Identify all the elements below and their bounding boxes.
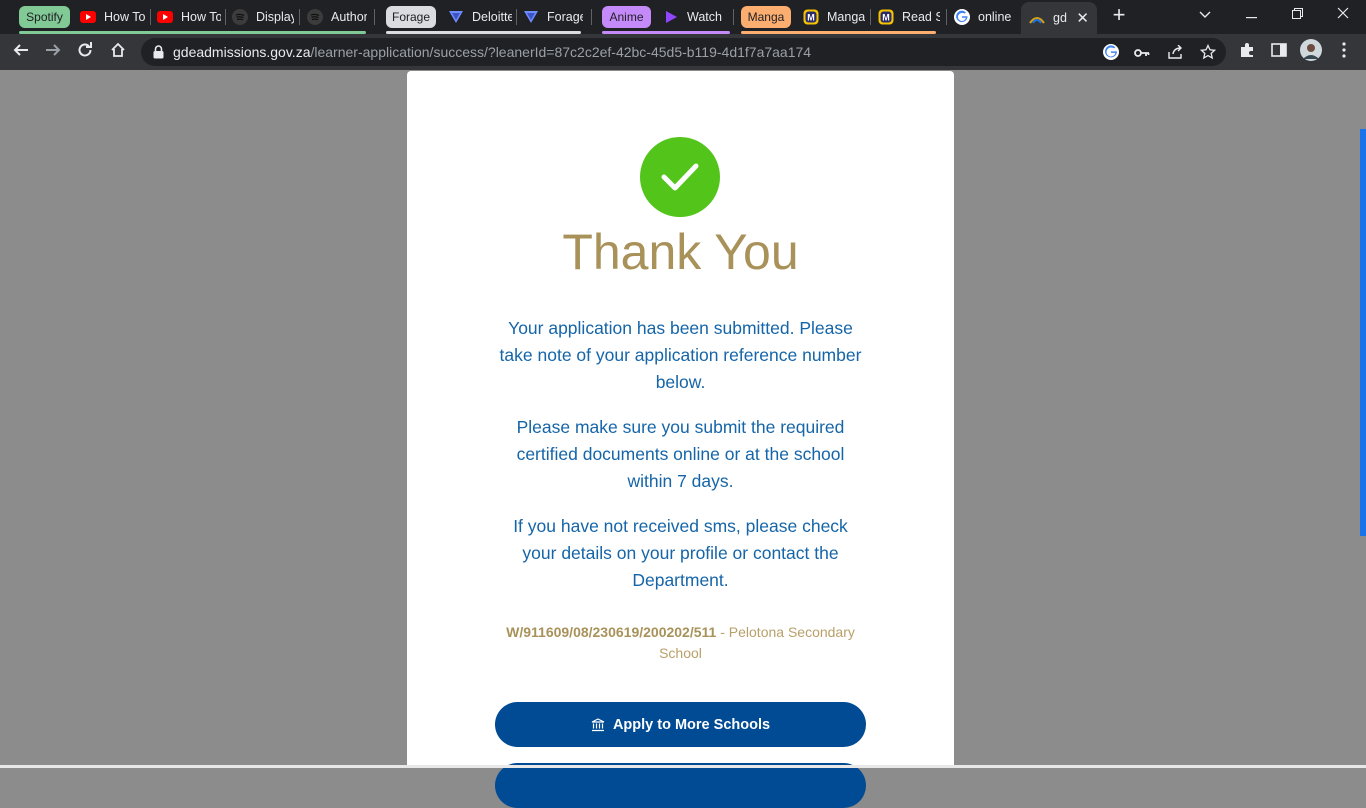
svg-text:M: M [882, 13, 890, 23]
reload-icon [77, 41, 93, 63]
tab-title: Author [331, 10, 367, 24]
tab-separator [591, 9, 592, 25]
tab-how-to-2[interactable]: How To [157, 0, 221, 34]
chevron-down-icon [1199, 6, 1211, 24]
gde-icon [1029, 10, 1045, 26]
success-card: Thank You Your application has been subm… [407, 71, 954, 808]
spotify-icon [232, 9, 248, 25]
reload-button[interactable] [71, 38, 99, 66]
tab-group-anime[interactable]: Anime [602, 6, 651, 28]
google-lens-icon[interactable] [1103, 44, 1119, 65]
tab-title: How To [181, 10, 221, 24]
tab-separator [225, 9, 226, 25]
url-text[interactable]: gdeadmissions.gov.za/learner-application… [173, 38, 811, 66]
tab-search-button[interactable] [1182, 0, 1228, 30]
profile-button[interactable] [1297, 38, 1325, 66]
reference-number: W/911609/08/230619/200202/511 [506, 624, 717, 640]
minimize-icon [1245, 6, 1257, 24]
tab-group-spotify[interactable]: Spotify [19, 6, 70, 28]
tab-title: Read S [902, 10, 940, 24]
tab-group-manga[interactable]: Manga [741, 6, 791, 28]
url-path: /learner-application/success/?leanerId=8… [310, 44, 812, 60]
tab-read-s[interactable]: M Read S [878, 0, 940, 34]
menu-button[interactable] [1330, 38, 1358, 66]
youtube-icon [80, 9, 96, 25]
page-viewport: Thank You Your application has been subm… [0, 70, 1366, 808]
arrow-left-icon [13, 42, 29, 63]
tab-separator [374, 9, 375, 25]
lock-icon[interactable] [153, 45, 164, 64]
tab-forage[interactable]: Forage [523, 0, 583, 34]
star-icon[interactable] [1199, 43, 1217, 65]
avatar [1300, 38, 1322, 66]
tab-title: Forage [547, 10, 583, 24]
url-domain: gdeadmissions.gov.za [173, 44, 311, 60]
tab-separator [870, 9, 871, 25]
secondary-action-button[interactable] [495, 763, 866, 808]
apply-button-label: Apply to More Schools [612, 716, 771, 733]
tab-title: online [978, 10, 1012, 24]
extensions-button[interactable] [1233, 38, 1261, 66]
side-panel-button[interactable] [1265, 38, 1293, 66]
tab-separator [733, 9, 734, 25]
forage-icon [448, 9, 464, 25]
forage-icon [523, 9, 539, 25]
key-icon[interactable] [1134, 46, 1150, 64]
play-icon [663, 9, 679, 25]
scrollbar-thumb[interactable] [1360, 129, 1366, 536]
minimize-button[interactable] [1228, 0, 1274, 30]
tab-deloitte[interactable]: Deloitte [448, 0, 512, 34]
svg-text:M: M [807, 13, 815, 23]
restore-button[interactable] [1274, 0, 1320, 30]
puzzle-icon [1239, 42, 1255, 63]
manga-icon: M [803, 9, 819, 25]
tab-strip: Spotify How To How To Display Author For… [0, 0, 1366, 34]
tab-group-forage[interactable]: Forage [386, 6, 436, 28]
tab-title: Deloitte [472, 10, 512, 24]
tab-manga[interactable]: M Manga [803, 0, 865, 34]
tab-online[interactable]: online [954, 0, 1016, 34]
reference-separator: - [716, 624, 729, 640]
tab-separator [946, 9, 947, 25]
home-icon [110, 42, 126, 63]
address-bar[interactable]: gdeadmissions.gov.za/learner-application… [141, 38, 1226, 66]
tab-display[interactable]: Display [232, 0, 294, 34]
side-panel-icon [1271, 42, 1287, 62]
submission-message: Your application has been submitted. Ple… [499, 318, 862, 392]
tab-title: How To [104, 10, 146, 24]
forward-button[interactable] [39, 38, 67, 66]
google-icon [954, 9, 970, 25]
close-tab-icon[interactable]: ✕ [1076, 9, 1089, 27]
institution-icon [591, 717, 605, 732]
tab-separator [150, 9, 151, 25]
restore-icon [1291, 6, 1303, 24]
tab-separator [299, 9, 300, 25]
documents-message: Please make sure you submit the required… [516, 417, 845, 491]
tab-separator [516, 9, 517, 25]
spotify-icon [307, 9, 323, 25]
new-tab-button[interactable]: + [1096, 0, 1142, 30]
tab-author[interactable]: Author [307, 0, 367, 34]
page-title: Thank You [562, 224, 799, 280]
success-check-icon [640, 137, 720, 217]
tab-title: Manga [827, 10, 865, 24]
more-vert-icon [1342, 41, 1346, 63]
tab-watch[interactable]: Watch [663, 0, 729, 34]
apply-to-more-schools-button[interactable]: Apply to More Schools [495, 702, 866, 747]
application-reference: W/911609/08/230619/200202/511 - Pelotona… [495, 622, 866, 664]
close-window-button[interactable] [1320, 0, 1366, 30]
close-icon [1337, 6, 1349, 24]
back-button[interactable] [7, 38, 35, 66]
tab-gde-active[interactable]: gd ✕ [1021, 2, 1097, 34]
arrow-right-icon [45, 42, 61, 63]
manga-icon: M [878, 9, 894, 25]
tab-how-to-1[interactable]: How To [80, 0, 146, 34]
sms-message: If you have not received sms, please che… [513, 516, 848, 590]
tab-title: Display [256, 10, 294, 24]
home-button[interactable] [104, 38, 132, 66]
share-icon[interactable] [1168, 44, 1184, 64]
tab-title: Watch [687, 10, 722, 24]
youtube-icon [157, 9, 173, 25]
tab-title: gd [1053, 11, 1067, 25]
